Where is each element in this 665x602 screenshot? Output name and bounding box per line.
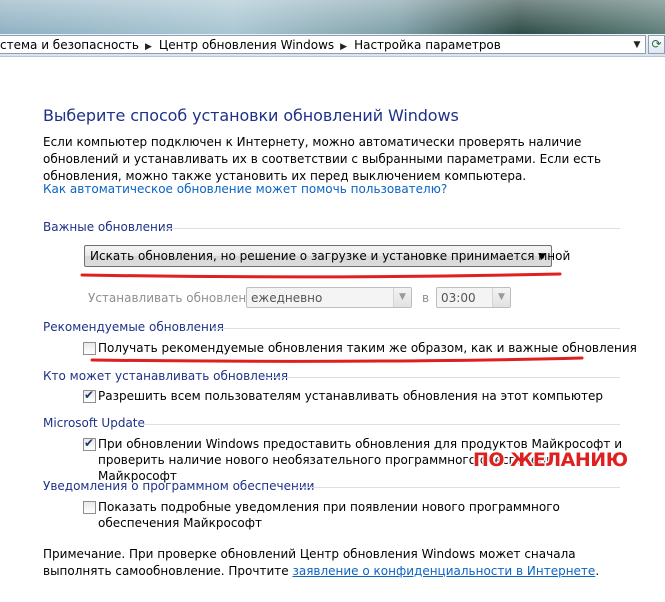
divider [164,228,620,229]
chevron-right-icon[interactable]: ▶ [145,42,152,52]
frequency-select[interactable]: ежедневно ▼ [246,287,412,308]
page-title: Выберите способ установки обновлений Win… [43,106,459,125]
refresh-icon: ⟳ [651,37,662,51]
section-who-can-install: Кто может устанавливать обновления [43,369,288,383]
section-title: Кто может устанавливать обновления [43,369,289,383]
update-mode-value: Искать обновления, но решение о загрузке… [90,249,571,263]
microsoft-update-checkbox[interactable]: ✔ [83,436,96,451]
address-bar: стема и безопасность ▶ Центр обновления Wi… [0,34,665,57]
note-end: . [595,564,600,578]
chevron-down-icon: ▼ [393,288,411,307]
time-value: 03:00 [441,291,476,305]
time-select[interactable]: 03:00 ▼ [436,287,511,308]
at-label: в [422,291,430,305]
chevron-right-icon[interactable]: ▶ [340,42,347,52]
section-title: Microsoft Update [43,416,145,430]
refresh-button[interactable]: ⟳ [648,35,665,54]
section-important-updates: Важные обновления [43,220,173,234]
section-title: Рекомендуемые обновления [43,320,224,334]
divider [294,487,620,488]
breadcrumb-windows-update[interactable]: Центр обновления Windows [159,38,334,52]
intro-text: Если компьютер подключен к Интернету, мо… [43,135,602,183]
section-title: Уведомления о программном обеспечении [43,479,315,493]
notifications-checkbox-label[interactable]: Показать подробные уведомления при появл… [98,499,618,531]
red-underline-annotation [80,272,562,279]
section-recommended-updates: Рекомендуемые обновления [43,320,224,334]
notifications-checkbox[interactable] [83,501,96,514]
divider [261,377,620,378]
breadcrumb[interactable]: стема и безопасность ▶ Центр обновления Wi… [0,35,646,54]
update-mode-select[interactable]: Искать обновления, но решение о загрузке… [84,245,570,267]
section-software-notifications: Уведомления о программном обеспечении [43,479,314,493]
red-underline-annotation [90,356,584,363]
section-title: Важные обновления [43,220,173,234]
optional-annotation-stamp: ПО ЖЕЛАНИЮ [473,449,628,471]
all-users-checkbox-label[interactable]: Разрешить всем пользователям устанавлива… [98,388,603,404]
breadcrumb-security[interactable]: стема и безопасность [0,38,139,52]
divider [143,424,620,425]
help-link[interactable]: Как автоматическое обновление может помо… [43,182,447,196]
chevron-down-icon: ▼ [538,252,545,262]
window-title-bar [0,0,665,34]
schedule-label: Устанавливать обновления: [88,291,266,305]
section-microsoft-update: Microsoft Update [43,416,145,430]
checkmark-icon: ✔ [84,388,95,402]
frequency-value: ежедневно [251,291,323,305]
chevron-down-icon: ▼ [492,288,510,307]
divider [212,328,620,329]
breadcrumb-change-settings[interactable]: Настройка параметров [354,38,501,52]
chevron-down-icon[interactable]: ▼ [631,39,643,51]
checkmark-icon: ✔ [84,436,95,450]
privacy-note: Примечание. При проверке обновлений Цент… [43,546,633,580]
privacy-statement-link[interactable]: заявление о конфиденциальности в Интерне… [292,564,595,578]
all-users-checkbox[interactable]: ✔ [83,388,96,403]
